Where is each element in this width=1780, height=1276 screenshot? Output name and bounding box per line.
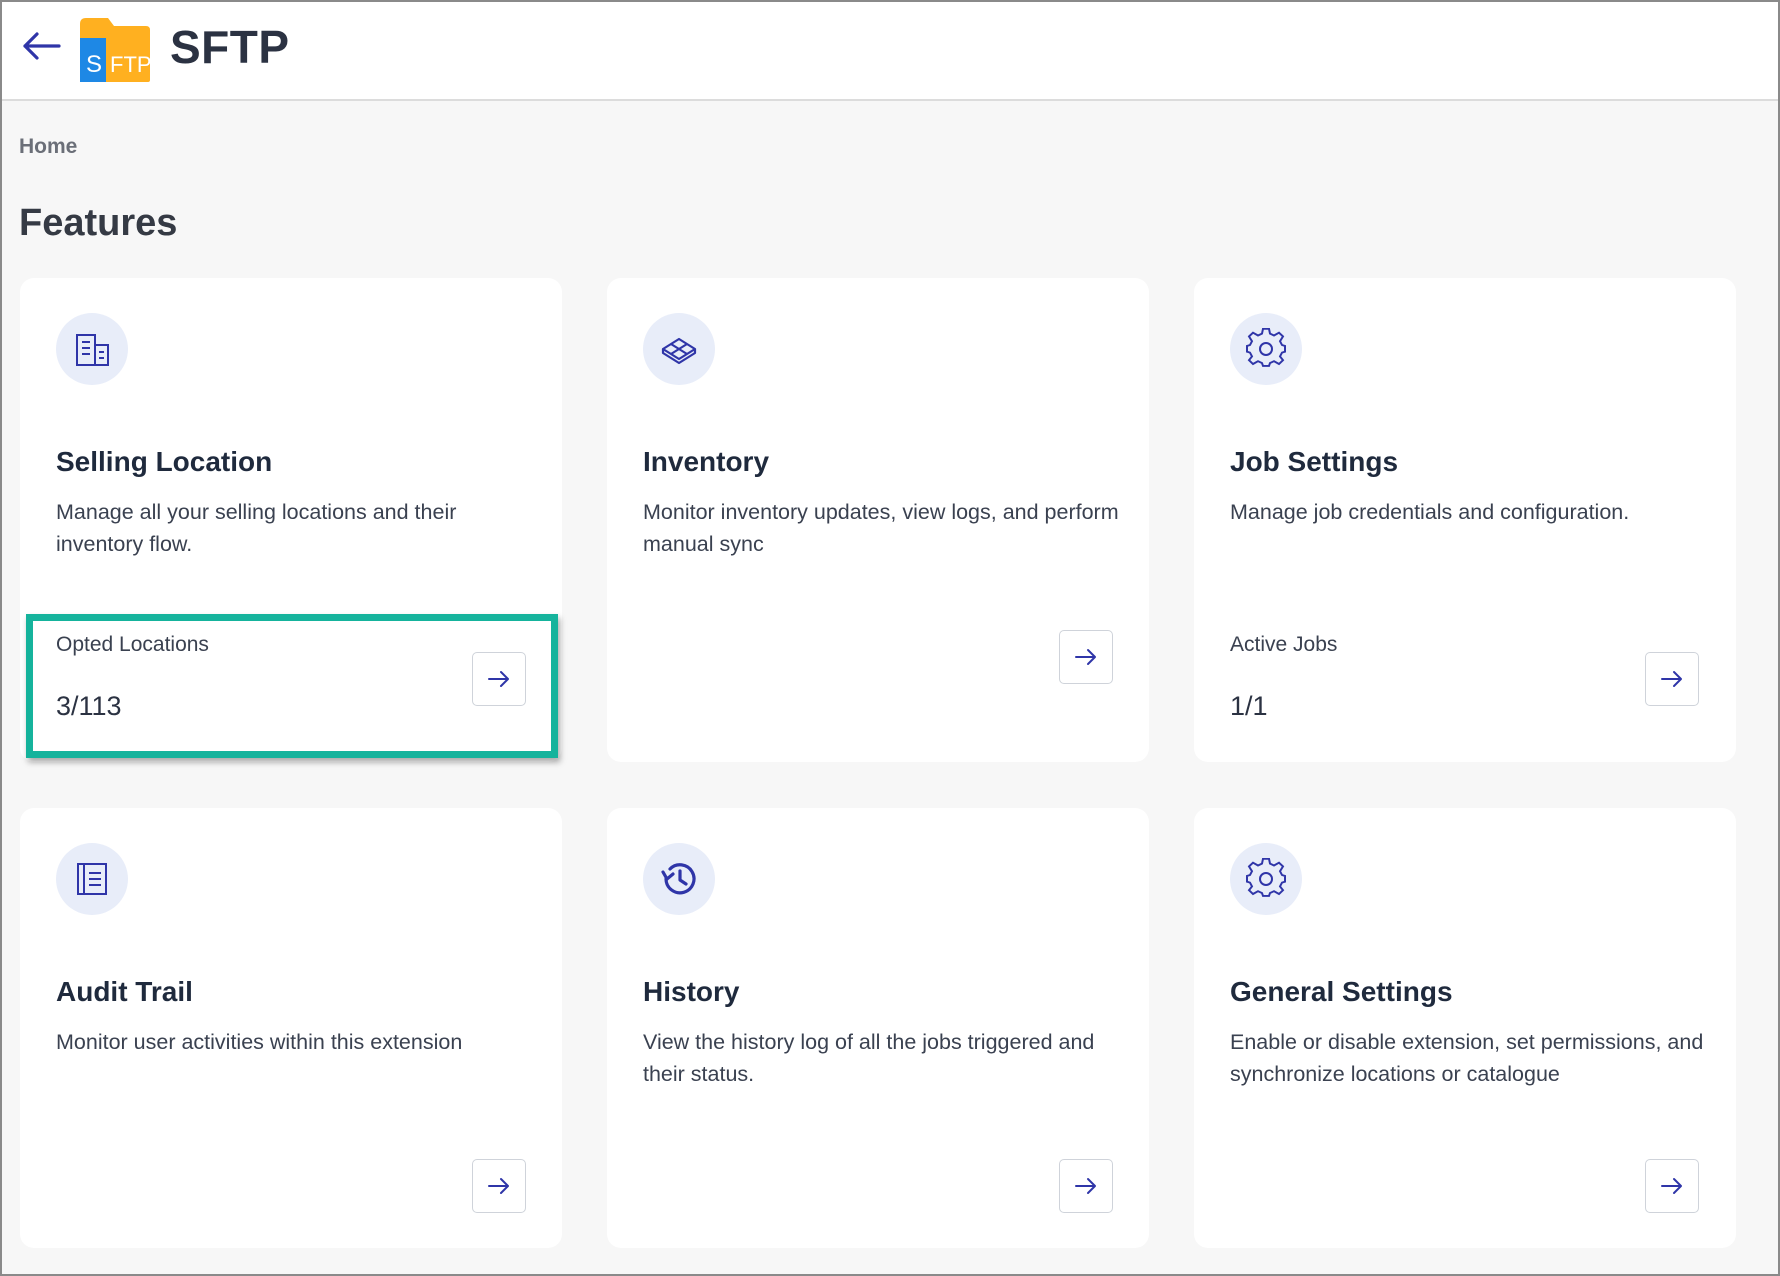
card-description: Manage all your selling locations and th… [56,500,457,556]
stat-value: 3/113 [56,691,122,721]
arrow-right-icon [1661,1178,1682,1194]
app-window: S FTP SFTP Home Features Selling Locatio… [0,0,1780,1276]
logo-letters-ftp: FTP [110,52,152,77]
card-title: Selling Location [56,446,273,477]
card-description: View the history log of all the jobs tri… [643,1030,1095,1086]
card-title: Audit Trail [56,976,193,1007]
open-audit-trail-button[interactable] [472,1159,526,1213]
card-description: Manage job credentials and configuration… [1230,500,1630,524]
arrow-right-icon [1661,671,1682,687]
card-icon-circle [1230,313,1302,385]
history-icon [661,863,696,895]
card-title: History [643,976,740,1007]
cube-icon [661,337,697,365]
arrow-right-icon [1075,649,1096,665]
card-description: Monitor inventory updates, view logs, an… [643,500,1119,556]
page-title: Features [19,202,178,244]
card-title: General Settings [1230,976,1453,1007]
card-icon-circle [1230,843,1302,915]
open-general-settings-button[interactable] [1645,1159,1699,1213]
building-icon [76,334,109,366]
gear-icon [1246,328,1286,367]
stat-label: Opted Locations [56,633,209,656]
card-icon-circle [643,843,715,915]
arrow-right-icon [1075,1178,1096,1194]
card-description: Enable or disable extension, set permiss… [1230,1030,1704,1086]
card-icon-circle [643,313,715,385]
open-job-settings-button[interactable] [1645,652,1699,706]
sftp-logo: S FTP [78,16,152,84]
breadcrumb-home[interactable]: Home [19,135,77,159]
card-icon-circle [56,313,128,385]
arrow-left-icon [23,32,61,60]
card-title: Inventory [643,446,770,477]
card-description: Monitor user activities within this exte… [56,1030,463,1054]
back-button[interactable] [20,28,62,64]
arrow-right-icon [488,671,509,687]
card-job-settings: Job Settings Manage job credentials and … [1194,278,1736,762]
notebook-icon [77,863,107,895]
card-history: History View the history log of all the … [607,808,1149,1248]
open-inventory-button[interactable] [1059,630,1113,684]
logo-letter-s: S [86,51,102,78]
stat-value: 1/1 [1230,691,1268,721]
card-icon-circle [56,843,128,915]
stat-label: Active Jobs [1230,633,1338,656]
arrow-right-icon [488,1178,509,1194]
open-selling-location-button[interactable] [472,652,526,706]
card-title: Job Settings [1230,446,1399,477]
sftp-folder-logo-icon: S FTP [80,18,152,82]
app-header: S FTP SFTP [2,2,1778,101]
gear-icon [1246,858,1286,897]
open-history-button[interactable] [1059,1159,1113,1213]
app-title: SFTP [170,21,290,73]
card-selling-location: Selling Location Manage all your selling… [20,278,562,762]
card-audit-trail: Audit Trail Monitor user activities with… [20,808,562,1248]
card-inventory: Inventory Monitor inventory updates, vie… [607,278,1149,762]
card-general-settings: General Settings Enable or disable exten… [1194,808,1736,1248]
